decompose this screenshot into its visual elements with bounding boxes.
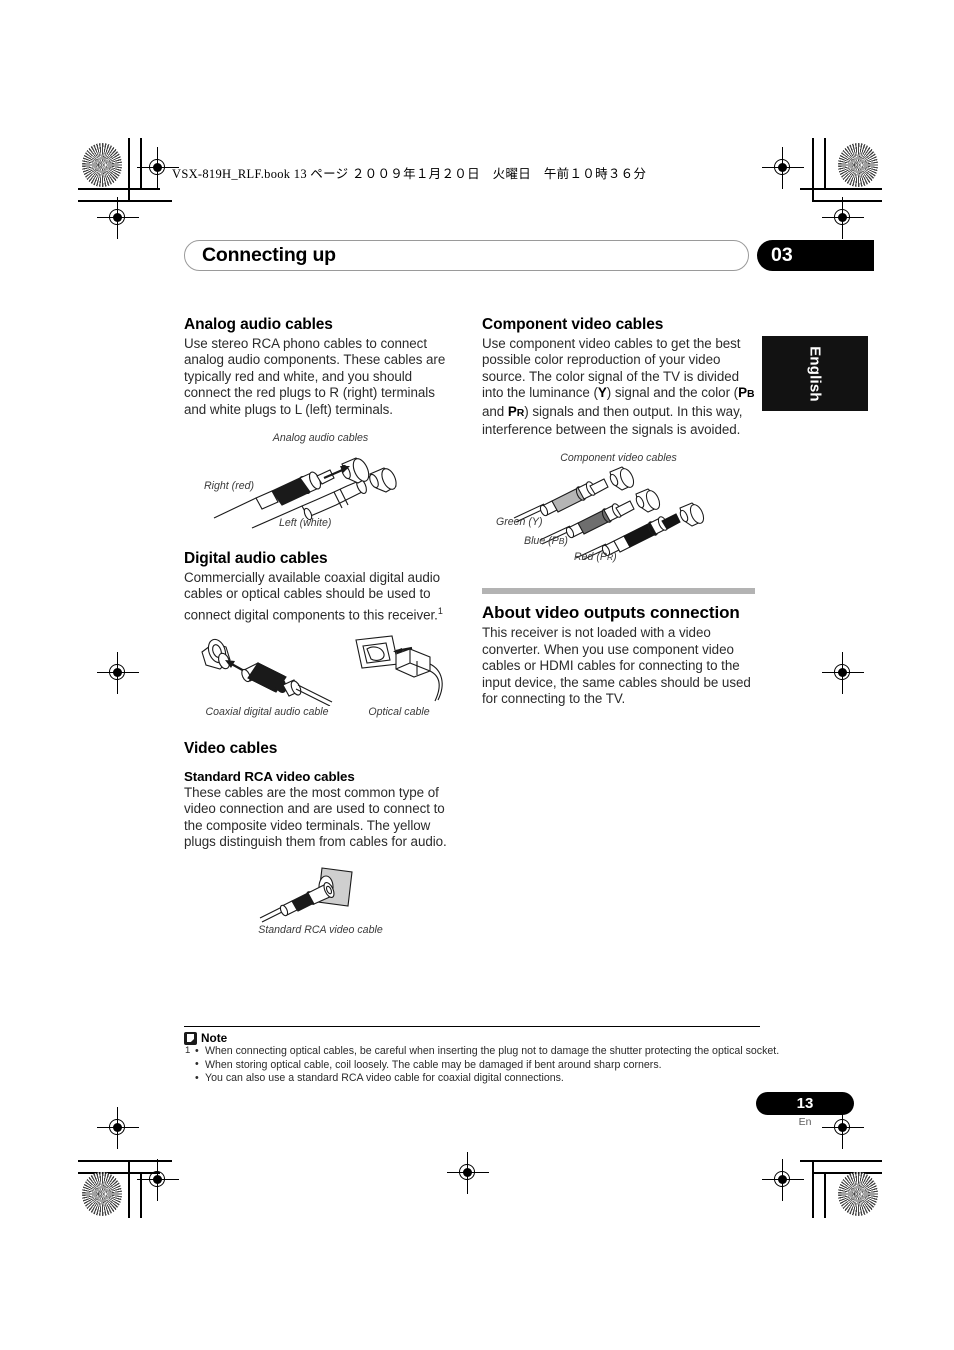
body-component-part2: ) signal and the color ( (606, 385, 739, 401)
body-analog-audio-cables: Use stereo RCA phono cables to connect a… (184, 336, 446, 417)
registration-target (137, 1159, 179, 1201)
body-component-part3: and (482, 403, 508, 419)
crop-mark (812, 200, 882, 202)
chapter-tab: 03 (757, 240, 874, 271)
crop-mark (812, 1160, 814, 1218)
note-list: When connecting optical cables, be caref… (195, 1045, 779, 1086)
crop-mark (824, 138, 826, 188)
section-divider-rule (482, 588, 755, 595)
symbol-pr: P (507, 403, 517, 419)
body-component-video-cables: Use component video cables to get the be… (482, 336, 755, 438)
footnote-marker-1: 1 (437, 605, 443, 616)
figure-caption-coaxial-cable: Coaxial digital audio cable (205, 705, 329, 718)
note-title: Note (201, 1031, 228, 1045)
body-digital-audio-cables: Commercially available coaxial digital a… (184, 570, 457, 624)
registration-target (447, 1152, 489, 1194)
body-standard-rca-video-cables: These cables are the most common type of… (184, 784, 447, 849)
heading-about-video-outputs-connection: About video outputs connection (482, 603, 740, 623)
registration-target (97, 652, 139, 694)
note-header: Note (184, 1031, 227, 1045)
figure-label-green-y: Green (Y) (496, 516, 543, 529)
left-column: Analog audio cables Use stereo RCA phono… (184, 316, 457, 946)
symbol-y: Y (597, 385, 607, 401)
page-language-code: En (798, 1116, 812, 1128)
illustration-rca-video-plug (259, 867, 353, 923)
chapter-number: 03 (771, 244, 793, 266)
figure-label-right-red: Right (red) (204, 480, 255, 493)
crop-mark (128, 138, 130, 200)
symbol-pb: P (738, 385, 747, 401)
note-list-item: When storing optical cable, coil loosely… (195, 1058, 765, 1073)
crop-mark (140, 138, 142, 188)
figure-label-red-end: ) (613, 551, 617, 564)
figure-caption-component-video-cables: Component video cables (560, 452, 677, 465)
language-thumb-tab: English (762, 336, 868, 411)
note-footnote-number: 1 (185, 1045, 191, 1056)
body-digital-audio-text: Commercially available coaxial digital a… (184, 570, 441, 623)
registration-target (97, 1107, 139, 1149)
crop-mark (128, 1160, 130, 1218)
figure-label-blue-main: Blue (P (524, 535, 559, 548)
registration-target (822, 652, 864, 694)
crop-mark (812, 1172, 882, 1174)
registration-star (838, 1172, 878, 1216)
registration-star (82, 143, 122, 187)
illustration-component-plugs (513, 466, 705, 561)
registration-target (137, 147, 179, 189)
note-icon (184, 1031, 197, 1045)
figure-label-red-main: Red (P (574, 551, 607, 564)
figure-component-video-cables: Component video cables Green (Y) Blue (P… (482, 452, 755, 563)
crop-mark (78, 200, 172, 202)
figure-digital-audio-cables: Coaxial digital audio cable Optical cabl… (184, 634, 457, 726)
heading-video-cables: Video cables (184, 739, 278, 757)
registration-target (822, 197, 864, 239)
figure-caption-standard-rca-video-cable: Standard RCA video cable (258, 924, 383, 937)
note-list-item: You can also use a standard RCA video ca… (195, 1072, 765, 1086)
body-about-video-outputs-connection: This receiver is not loaded with a video… (482, 625, 751, 707)
print-file-header: VSX-819H_RLF.book 13 ページ ２００９年１月２０日 火曜日 … (172, 167, 647, 181)
figure-label-blue-pb: Blue (PB) (524, 535, 568, 547)
page-title: Connecting up (202, 244, 336, 266)
note-separator-rule (184, 1026, 760, 1027)
registration-target (762, 147, 804, 189)
figure-label-left-white: Left (white) (279, 517, 332, 530)
illustration-coaxial-and-optical (201, 635, 443, 706)
note-list-item: When connecting optical cables, be caref… (195, 1045, 779, 1059)
subheading-standard-rca-video-cables: Standard RCA video cables (184, 768, 355, 784)
registration-star (82, 1172, 122, 1216)
crop-mark (824, 1172, 826, 1218)
registration-target (97, 197, 139, 239)
running-head: Connecting up 03 (184, 240, 874, 272)
page-number-pill: 13 (756, 1092, 854, 1115)
heading-component-video-cables: Component video cables (482, 316, 664, 333)
figure-standard-rca-video-cable: Standard RCA video cable (184, 866, 457, 946)
figure-label-red-pr: Red (PR) (574, 551, 617, 563)
language-tab-label: English (806, 345, 824, 402)
figure-label-blue-end: ) (564, 535, 568, 548)
heading-analog-audio-cables: Analog audio cables (184, 316, 333, 333)
crop-mark (812, 138, 814, 200)
symbol-pb-sub: B (746, 389, 755, 401)
figure-caption-optical-cable: Optical cable (368, 705, 430, 718)
registration-target (762, 1159, 804, 1201)
registration-star (838, 143, 878, 187)
page-number: 13 (796, 1095, 814, 1112)
figure-analog-audio-cables: Analog audio cables Right (red) Left (wh… (184, 432, 457, 536)
figure-caption-analog-audio-cables: Analog audio cables (272, 432, 369, 445)
heading-digital-audio-cables: Digital audio cables (184, 550, 328, 568)
crop-mark (78, 188, 160, 190)
right-column: Component video cables Use component vid… (482, 316, 755, 707)
